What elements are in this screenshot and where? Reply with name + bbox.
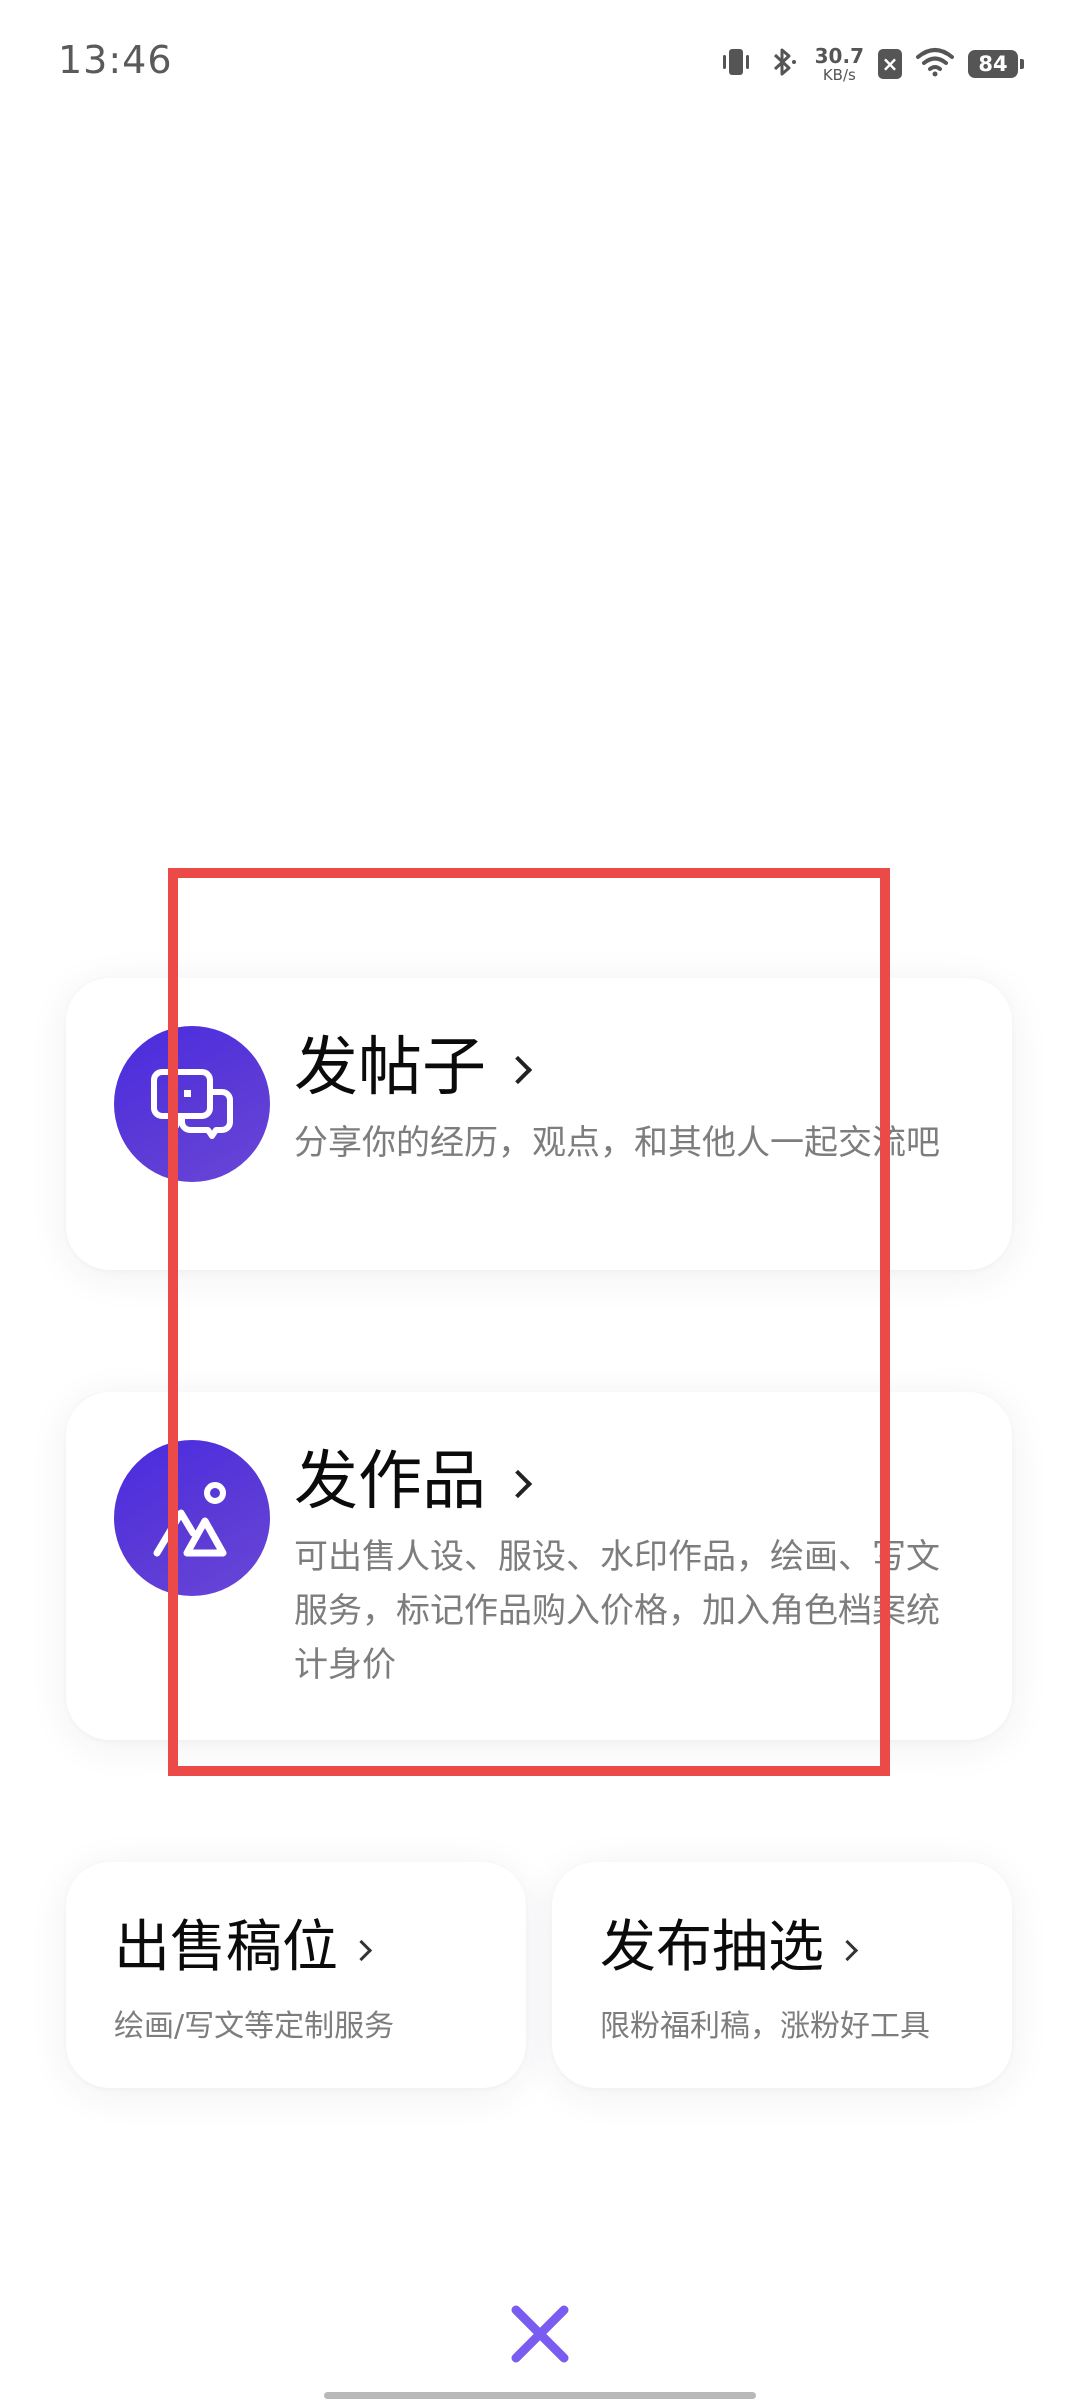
bluetooth-icon	[767, 45, 801, 83]
sell-slot-title: 出售稿位	[114, 1915, 373, 1980]
status-time: 13:46	[58, 38, 173, 82]
close-icon	[511, 2305, 569, 2363]
vibrate-icon	[719, 46, 753, 82]
chevron-right-icon	[836, 1939, 859, 1961]
battery-level: 84	[978, 52, 1008, 76]
wifi-icon	[916, 47, 954, 81]
draw-description: 限粉福利稿，涨粉好工具	[600, 2009, 930, 2044]
network-speed: 30.7 KB/s	[815, 46, 864, 83]
sell-slot-description: 绘画/写文等定制服务	[114, 2009, 395, 2044]
sell-slot-title-text: 出售稿位	[114, 1915, 338, 1980]
net-speed-unit: KB/s	[822, 65, 856, 84]
sell-slot-card[interactable]: 出售稿位 绘画/写文等定制服务	[66, 1862, 526, 2088]
battery-icon: 84	[968, 50, 1024, 78]
draw-card[interactable]: 发布抽选 限粉福利稿，涨粉好工具	[552, 1862, 1012, 2088]
home-indicator[interactable]	[324, 2392, 756, 2399]
draw-title: 发布抽选	[600, 1915, 859, 1980]
close-box-icon: ×	[878, 49, 902, 79]
status-bar: 13:46 30.7 KB/s × 84	[0, 0, 1080, 130]
status-icons: 30.7 KB/s × 84	[719, 40, 1024, 88]
draw-title-text: 发布抽选	[600, 1915, 824, 1980]
net-speed-value: 30.7	[814, 43, 864, 68]
close-button[interactable]	[506, 2300, 574, 2368]
highlight-box	[168, 868, 890, 1776]
chevron-right-icon	[350, 1939, 373, 1961]
